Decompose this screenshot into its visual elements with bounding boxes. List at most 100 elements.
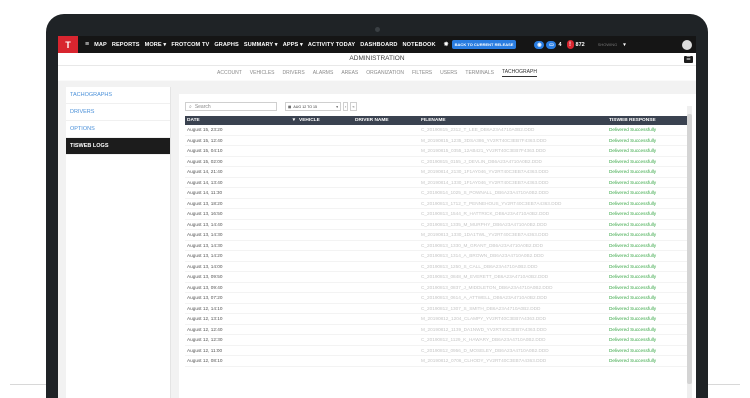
tab-tachograph[interactable]: TACHOGRAPH <box>502 69 537 77</box>
date-cell: August 12, 12:40 <box>185 324 297 335</box>
scrollbar-thumb[interactable] <box>687 114 692 384</box>
column-header-filename[interactable]: FILENAME <box>419 116 607 125</box>
driver-name-cell <box>353 156 419 167</box>
nav-map[interactable]: MAP <box>94 42 107 48</box>
brand-logo[interactable]: T <box>58 36 78 53</box>
table-row[interactable]: August 14, 21:40 M_20190814_2130_1F1AY046… <box>185 166 687 178</box>
date-cell: August 12, 13:10 <box>185 313 297 325</box>
tab-users[interactable]: USERS <box>440 70 457 76</box>
nav-more[interactable]: MORE ▾ <box>145 42 167 48</box>
tab-terminals[interactable]: TERMINALS <box>465 70 494 76</box>
column-header-vehicle[interactable]: VEHICLE <box>297 116 353 125</box>
table-row[interactable]: August 15, 12:40 M_20190815_1235_3DSA386_… <box>185 135 687 146</box>
vehicle-cell <box>297 261 353 272</box>
vehicle-cell <box>297 334 353 346</box>
response-cell: Delivered Successfully <box>607 271 687 283</box>
gear-icon[interactable]: ✸ <box>444 41 449 48</box>
response-cell: Delivered Successfully <box>607 313 687 325</box>
vehicle-cell <box>297 250 353 262</box>
table-row[interactable]: August 13, 07:20 C_20190813_0614_A_ATTWEL… <box>185 292 687 304</box>
table-row[interactable]: August 13, 14:20 C_20190813_1314_A_BROWN_… <box>185 250 687 262</box>
driver-name-cell <box>353 261 419 272</box>
vertical-scrollbar[interactable] <box>687 106 692 398</box>
table-row[interactable]: August 13, 16:50 C_20190813_1544_R_HATTRI… <box>185 208 687 220</box>
table-row[interactable]: August 13, 14:30 M_20190813_1330_1DA1TWL_… <box>185 229 687 241</box>
nav-dashboard[interactable]: DASHBOARD <box>360 42 397 48</box>
response-cell: Delivered Successfully <box>607 166 687 178</box>
next-range-button[interactable]: « <box>350 102 357 111</box>
table-row[interactable]: August 14, 11:30 C_20190814_1025_S_POWNAL… <box>185 187 687 199</box>
avatar[interactable] <box>682 39 692 50</box>
driver-name-cell <box>353 219 419 230</box>
table-row[interactable]: August 13, 18:20 C_20190813_1712_T_PENNEH… <box>185 198 687 209</box>
tab-alarms[interactable]: ALARMS <box>313 70 334 76</box>
sort-desc-icon[interactable]: ▾ <box>293 118 295 123</box>
date-cell: August 12, 08:10 <box>185 355 297 367</box>
tab-areas[interactable]: AREAS <box>341 70 358 76</box>
table-row[interactable]: August 15, 02:00 C_20190815_0155_J_DEVLIN… <box>185 156 687 167</box>
date-cell: August 13, 14:40 <box>185 219 297 230</box>
nav-graphs[interactable]: GRAPHS <box>214 42 239 48</box>
table-row[interactable]: August 12, 12:40 M_20190812_1139_DA1NWD_Y… <box>185 324 687 335</box>
menu-icon[interactable]: ≡ <box>85 41 89 48</box>
tab-account[interactable]: ACCOUNT <box>217 70 242 76</box>
chevron-down-icon[interactable]: ▾ <box>623 42 626 48</box>
laptop-frame: T ≡ MAP REPORTS MORE ▾ FROTCOM TV GRAPHS… <box>46 14 708 398</box>
column-header-driver-name[interactable]: DRIVER NAME <box>353 116 419 125</box>
table-row[interactable]: August 13, 14:30 C_20190813_1330_M_GRANT_… <box>185 240 687 251</box>
filename-cell: C_20190812_0956_D_MOSELEY_DB6A23A4710A0B… <box>419 345 607 356</box>
search-input[interactable]: ⌕ Search <box>185 102 277 111</box>
column-header-date-label: DATE <box>187 118 200 123</box>
date-range-picker[interactable]: ▦ AUG 12 TO 15 ▾ <box>285 102 341 111</box>
back-to-current-release-button[interactable]: BACK TO CURRENT RELEASE <box>451 40 517 49</box>
nav-notebook[interactable]: NOTEBOOK <box>403 42 436 48</box>
table-row[interactable]: August 12, 14:10 C_20190812_1307_S_SMITH_… <box>185 303 687 314</box>
tab-filters[interactable]: FILTERS <box>412 70 432 76</box>
table-row[interactable]: August 15, 23:20 C_20190815_2312_T_LEE_DB… <box>185 125 687 136</box>
table-row[interactable]: August 13, 09:50 C_20190813_0848_M_EVERET… <box>185 271 687 283</box>
driver-name-cell <box>353 145 419 157</box>
table-row[interactable]: August 12, 11:00 C_20190812_0956_D_MOSELE… <box>185 345 687 356</box>
nav-reports[interactable]: REPORTS <box>112 42 140 48</box>
column-header-date[interactable]: DATE ▾ <box>185 116 297 125</box>
table-row[interactable]: August 12, 08:10 M_20190812_0706_CLHODY_Y… <box>185 355 687 367</box>
filename-cell: M_20190812_1139_DA1NWD_YV2RT40C3EB7A4363… <box>419 324 607 335</box>
sidebar-item-drivers[interactable]: DRIVERS <box>66 104 170 121</box>
alerts-count: 872 <box>575 41 585 48</box>
chat-icon[interactable]: ◉ <box>534 40 545 49</box>
tab-organization[interactable]: ORGANIZATION <box>366 70 404 76</box>
filename-cell: C_20190815_0155_J_DEVLIN_DB6A23A4710A0B2… <box>419 156 607 167</box>
table-row[interactable]: August 12, 13:10 M_20190812_1204_CLAMPY_Y… <box>185 313 687 325</box>
alert-icon[interactable]: ! <box>566 40 574 49</box>
tab-vehicles[interactable]: VEHICLES <box>250 70 275 76</box>
table-row[interactable]: August 13, 14:40 C_20190813_1335_M_MURPHY… <box>185 219 687 230</box>
filename-cell: M_20190812_0706_CLHODY_YV2RT40C3EB7A4363… <box>419 355 607 367</box>
sidebar-item-options[interactable]: OPTIONS <box>66 121 170 138</box>
table-row[interactable]: August 12, 12:30 C_20190812_1129_K_HAWARY… <box>185 334 687 346</box>
column-header-tisweb-response[interactable]: TISWEB RESPONSE <box>607 116 687 125</box>
filename-cell: C_20190813_0837_J_MIDDLETON_DB6A23A4710A… <box>419 282 607 293</box>
nav-activity-today[interactable]: ACTIVITY TODAY <box>308 42 355 48</box>
tab-drivers[interactable]: DRIVERS <box>283 70 305 76</box>
driver-name-cell <box>353 125 419 136</box>
date-cell: August 13, 09:40 <box>185 282 297 293</box>
sidebar-item-tisweb-logs[interactable]: TISWEB LOGS <box>66 138 170 155</box>
table-row[interactable]: August 14, 13:40 M_20190814_1330_1F1AY046… <box>185 177 687 188</box>
nav-frotcom-tv[interactable]: FROTCOM TV <box>171 42 209 48</box>
filename-cell: C_20190813_1330_M_GRANT_DB6A23A4710A0B2.… <box>419 240 607 251</box>
table-row[interactable]: August 13, 09:40 C_20190813_0837_J_MIDDLE… <box>185 282 687 293</box>
nav-apps[interactable]: APPS ▾ <box>283 42 303 48</box>
prev-range-button[interactable]: ‹ <box>343 102 349 111</box>
table-row[interactable]: August 13, 14:00 C_20190813_1250_S_CALL_D… <box>185 261 687 272</box>
table-row[interactable]: August 15, 04:10 M_20190815_0355_12AB421_… <box>185 145 687 157</box>
response-cell: Delivered Successfully <box>607 145 687 157</box>
filename-cell: M_20190814_2130_1F1AY046_YV2RT40C3EB7A43… <box>419 166 607 178</box>
nav-summary[interactable]: SUMMARY ▾ <box>244 42 278 48</box>
vehicle-cell <box>297 156 353 167</box>
driver-name-cell <box>353 303 419 314</box>
driver-name-cell <box>353 198 419 209</box>
list-icon[interactable]: ☰ <box>684 56 693 63</box>
message-icon[interactable]: ▭ <box>546 40 557 49</box>
sidebar-item-tachographs[interactable]: TACHOGRAPHS <box>66 87 170 104</box>
user-menu[interactable]: SHOWING <box>598 42 618 47</box>
